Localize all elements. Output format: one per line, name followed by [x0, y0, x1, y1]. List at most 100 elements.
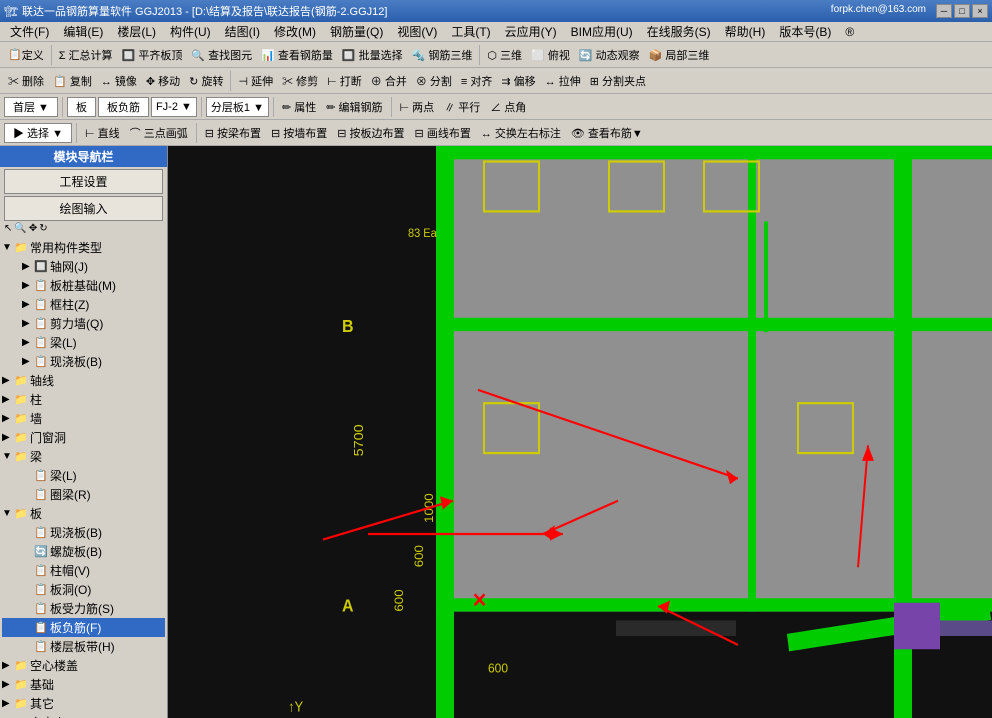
menu-tools[interactable]: 工具(T)	[445, 22, 496, 41]
tree-foundation[interactable]: ▶ 📁 基础	[2, 675, 165, 694]
sep-t3	[273, 97, 274, 117]
expand-beam-group: ▼	[2, 451, 14, 462]
line-button[interactable]: ⊢ 直线	[81, 122, 124, 144]
tree-custom[interactable]: ▶ 📁 自定义	[2, 713, 165, 718]
tree-col-group[interactable]: ▶ 📁 柱	[2, 390, 165, 409]
split-button[interactable]: ⊗ 分割	[412, 70, 456, 92]
by-board-edge-button[interactable]: ⊟ 按板边布置	[333, 122, 408, 144]
draw-line-button[interactable]: ⊟ 画线布置	[411, 122, 475, 144]
top-view-button[interactable]: ⬜ 俯视	[527, 44, 574, 66]
menu-cloud[interactable]: 云应用(Y)	[499, 22, 563, 41]
tree-cap[interactable]: 📋 柱帽(V)	[2, 561, 165, 580]
menu-component[interactable]: 构件(U)	[164, 22, 217, 41]
split-grip-button[interactable]: ⊞ 分割夹点	[586, 70, 650, 92]
stretch-button[interactable]: ↔ 拉伸	[541, 70, 585, 92]
rotate-button[interactable]: ↻ 旋转	[185, 70, 227, 92]
tree-column[interactable]: ▶ 📋 框柱(Z)	[2, 295, 165, 314]
tree-beam-L[interactable]: 📋 梁(L)	[2, 466, 165, 485]
point-angle-button[interactable]: ∠ 点角	[486, 96, 530, 118]
tree-ring-beam[interactable]: 📋 圈梁(R)	[2, 485, 165, 504]
swap-annotation-button[interactable]: ↔ 交换左右标注	[477, 122, 565, 144]
arc-button[interactable]: ⌒ 三点画弧	[126, 122, 192, 144]
green-vert-short	[764, 221, 768, 332]
menu-modify[interactable]: 修改(M)	[268, 22, 322, 41]
define-button[interactable]: 📋 定义	[4, 44, 48, 66]
menu-online[interactable]: 在线服务(S)	[641, 22, 717, 41]
menu-file[interactable]: 文件(F)	[4, 22, 55, 41]
copy-button[interactable]: 📋 复制	[49, 70, 96, 92]
merge-button[interactable]: ⊕ 合并	[367, 70, 411, 92]
menu-help[interactable]: 帮助(H)	[719, 22, 772, 41]
mirror-button[interactable]: ↔ 镜像	[97, 70, 141, 92]
tab-component-board[interactable]: 板	[67, 97, 96, 117]
expand-icon3: ▶	[22, 280, 34, 291]
view-rebar-button[interactable]: 👁 查看布筋▼	[567, 122, 647, 144]
batch-select-button[interactable]: 🔲 批量选择	[338, 44, 407, 66]
align-button[interactable]: ≡ 对齐	[457, 70, 496, 92]
trim-button[interactable]: ✂ 修剪	[278, 70, 322, 92]
project-settings-button[interactable]: 工程设置	[4, 169, 163, 194]
tree-shear-wall[interactable]: ▶ 📋 剪力墙(Q)	[2, 314, 165, 333]
by-beam-button[interactable]: ⊟ 按梁布置	[201, 122, 265, 144]
tree-cast-slab[interactable]: ▶ 📋 现浇板(B)	[2, 352, 165, 371]
tree-spiral-slab[interactable]: 🔄 螺旋板(B)	[2, 542, 165, 561]
tab-layer[interactable]: 分层板1 ▼	[206, 97, 269, 117]
tree-pile-foundation[interactable]: ▶ 📋 板桩基础(M)	[2, 276, 165, 295]
tab-fj2[interactable]: FJ-2 ▼	[151, 97, 197, 117]
tree-common-types[interactable]: ▼ 📁 常用构件类型	[2, 238, 165, 257]
tree-floor-strip[interactable]: 📋 楼层板带(H)	[2, 637, 165, 656]
dynamic-view-button[interactable]: 🔄 动态观察	[575, 44, 644, 66]
sum-calc-button[interactable]: Σ 汇总计算	[55, 44, 117, 66]
tree-neg-rebar[interactable]: 📋 板负筋(F)	[2, 618, 165, 637]
tree-force-rebar[interactable]: 📋 板受力筋(S)	[2, 599, 165, 618]
menu-version[interactable]: 版本号(B)	[773, 22, 837, 41]
local-3d-button[interactable]: 📦 局部三维	[645, 44, 714, 66]
canvas-area[interactable]: 5700 600 600 1000 600 B A 83 Ea ✕	[168, 146, 992, 718]
tree-cast-in-situ[interactable]: 📋 现浇板(B)	[2, 523, 165, 542]
menu-edit[interactable]: 编辑(E)	[57, 22, 109, 41]
menu-reg[interactable]: ®	[839, 24, 860, 40]
tab-select[interactable]: ▶ 选择 ▼	[4, 123, 72, 143]
tree-others[interactable]: ▶ 📁 其它	[2, 694, 165, 713]
move-button[interactable]: ✥ 移动	[142, 70, 184, 92]
tree-hollow-floor[interactable]: ▶ 📁 空心楼盖	[2, 656, 165, 675]
tree-slab-hole[interactable]: 📋 板洞(O)	[2, 580, 165, 599]
component-tree: ▼ 📁 常用构件类型 ▶ 🔲 轴网(J) ▶ 📋 板桩基础(M) ▶ 📋 框柱(…	[0, 236, 167, 718]
sep-t2	[201, 97, 202, 117]
level-top-button[interactable]: 🔲 平齐板顶	[118, 44, 187, 66]
drawing-input-button[interactable]: 绘图输入	[4, 196, 163, 221]
tree-axis-grid[interactable]: ▶ 🔲 轴网(J)	[2, 257, 165, 276]
maximize-button[interactable]: □	[954, 4, 970, 18]
tree-wall-group[interactable]: ▶ 📁 墙	[2, 409, 165, 428]
property-button[interactable]: ✏ 属性	[278, 96, 320, 118]
menu-view[interactable]: 视图(V)	[391, 22, 443, 41]
tree-beam-group[interactable]: ▼ 📁 梁	[2, 447, 165, 466]
menubar: 文件(F) 编辑(E) 楼层(L) 构件(U) 结图(I) 修改(M) 钢筋量(…	[0, 22, 992, 42]
close-button[interactable]: ×	[972, 4, 988, 18]
tree-door-window[interactable]: ▶ 📁 门窗洞	[2, 428, 165, 447]
parallel-button[interactable]: ∥ 平行	[440, 96, 484, 118]
tree-beam[interactable]: ▶ 📋 梁(L)	[2, 333, 165, 352]
delete-button[interactable]: ✂ 删除	[4, 70, 48, 92]
by-wall-button[interactable]: ⊟ 按墙布置	[267, 122, 331, 144]
two-point-button[interactable]: ⊢ 两点	[396, 96, 439, 118]
menu-bim[interactable]: BIM应用(U)	[565, 22, 639, 41]
menu-drawing[interactable]: 结图(I)	[219, 22, 266, 41]
view-steel-button[interactable]: 📊 查看钢筋量	[257, 44, 337, 66]
3d-button[interactable]: ⬡ 三维	[483, 44, 526, 66]
menu-floor[interactable]: 楼层(L)	[111, 22, 162, 41]
tab-neg-rebar[interactable]: 板负筋	[98, 97, 149, 117]
find-element-button[interactable]: 🔍 查找图元	[187, 44, 256, 66]
tab-floor-first[interactable]: 首层 ▼	[4, 97, 58, 117]
minimize-button[interactable]: ─	[936, 4, 952, 18]
tree-axis[interactable]: ▶ 📁 轴线	[2, 371, 165, 390]
tree-slab-group[interactable]: ▼ 📁 板	[2, 504, 165, 523]
menu-steel-qty[interactable]: 钢筋量(Q)	[324, 22, 389, 41]
steel-3d-button[interactable]: 🔩 钢筋三维	[408, 44, 477, 66]
offset-button[interactable]: ⇉ 偏移	[497, 70, 539, 92]
edit-rebar-button[interactable]: ✏ 编辑钢筋	[322, 96, 386, 118]
force-rebar-icon: 📋	[34, 602, 50, 615]
break-button[interactable]: ⊢ 打断	[323, 70, 366, 92]
expand-hollow: ▶	[2, 660, 14, 671]
extend-button[interactable]: ⊣ 延伸	[234, 70, 277, 92]
